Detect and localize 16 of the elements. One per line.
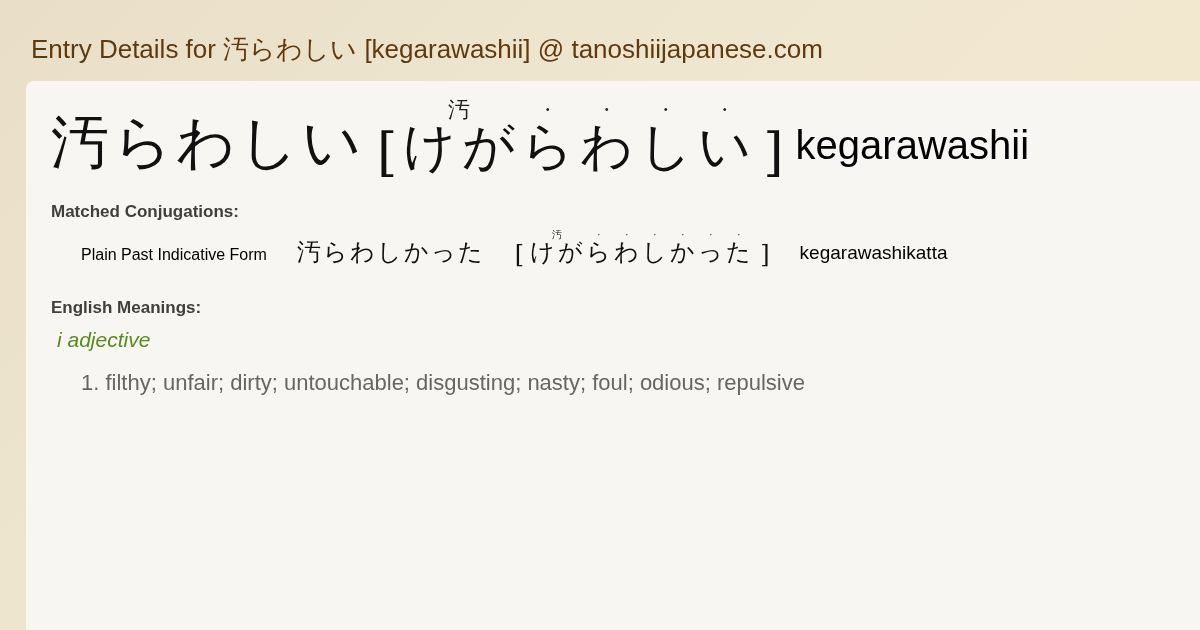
meaning-text: 1. filthy; unfair; dirty; untouchable; disgusting; nasty; foul; odious; repulsive bbox=[81, 370, 806, 396]
section-heading: English Meanings: bbox=[51, 298, 203, 318]
reading-text: けが 汚 ら · わ · し · い · bbox=[403, 99, 758, 178]
section-heading: Matched Conjugations: bbox=[51, 202, 240, 222]
page-title: Entry Details for 汚らわしい [kegarawashii] @ tanoshiijapanese.com bbox=[31, 33, 824, 66]
bracket: [ bbox=[514, 240, 525, 268]
bracket: ] bbox=[760, 240, 770, 268]
form-label: Plain Past Indicative Form bbox=[81, 246, 267, 264]
romaji-text: kegarawashikatta bbox=[799, 242, 948, 264]
conjugated-word: 汚らわしかった bbox=[296, 237, 485, 268]
romaji-text: kegarawashii bbox=[795, 123, 1030, 168]
reading-text: けが 汚 ら · わ · し · か · っ · た · bbox=[530, 230, 755, 268]
bracket: [ bbox=[377, 122, 398, 182]
entry-word: 汚らわしい bbox=[51, 107, 365, 178]
bracket: ] bbox=[763, 122, 784, 182]
part-of-speech: i adjective bbox=[57, 328, 152, 352]
